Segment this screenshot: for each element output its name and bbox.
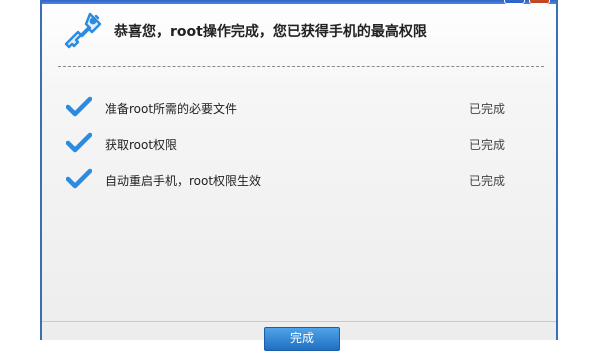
finish-button[interactable]: 完成 (264, 327, 340, 351)
dialog-header: 恭喜您，root操作完成，您已获得手机的最高权限 (58, 10, 544, 56)
page-title: 恭喜您，root操作完成，您已获得手机的最高权限 (114, 24, 427, 40)
close-button[interactable] (529, 0, 550, 4)
step-label: 自动重启手机，root权限生效 (105, 174, 262, 188)
minimize-button[interactable] (504, 0, 525, 4)
dialog-window: 恭喜您，root操作完成，您已获得手机的最高权限 准备root所需的必要文件 已… (40, 0, 560, 351)
dashed-divider (58, 66, 544, 67)
step-label: 获取root权限 (105, 138, 178, 152)
title-bar (42, 0, 556, 4)
step-item: 获取root权限 已完成 (42, 132, 560, 158)
step-item: 自动重启手机，root权限生效 已完成 (42, 168, 560, 194)
checkmark-icon (66, 132, 92, 153)
key-icon (64, 12, 102, 49)
step-status: 已完成 (469, 138, 506, 152)
step-label: 准备root所需的必要文件 (105, 102, 238, 116)
checkmark-icon (66, 96, 92, 117)
footer-divider (42, 321, 556, 322)
checkmark-icon (66, 168, 92, 189)
step-item: 准备root所需的必要文件 已完成 (42, 96, 560, 122)
step-status: 已完成 (469, 102, 506, 116)
step-status: 已完成 (469, 174, 506, 188)
